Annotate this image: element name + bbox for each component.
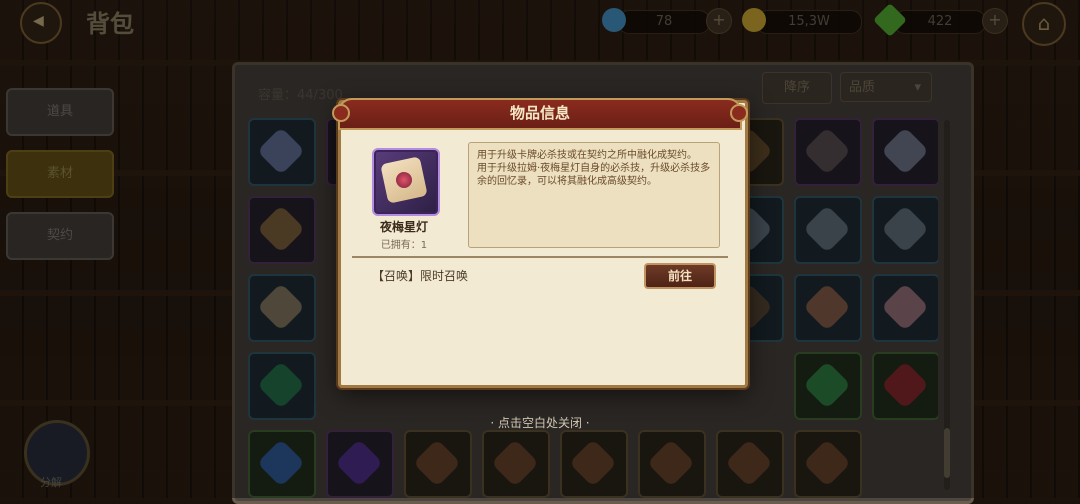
scroll-item-icon — [380, 156, 428, 204]
item-description: 用于升级卡牌必杀技或在契约之所中融化成契约。 用于升级拉姆·夜梅星灯自身的必杀技… — [468, 142, 720, 248]
item-name: 夜梅星灯 — [379, 220, 428, 234]
divider — [352, 256, 728, 258]
dialog-title: 物品信息 — [509, 104, 570, 122]
description-line-1: 用于升级卡牌必杀技或在契约之所中融化成契约。 — [477, 150, 697, 161]
description-line-2: 用于升级拉姆·夜梅星灯自身的必杀技，升级必杀技多余的回忆录，可以将其融化成高级契… — [477, 163, 711, 187]
go-button[interactable]: 前往 — [644, 263, 716, 289]
owned-count: 已拥有：1 — [380, 240, 428, 251]
close-hint: · 点击空白处关闭 · — [490, 416, 590, 430]
item-source: 【召唤】限时召唤 — [372, 269, 469, 283]
